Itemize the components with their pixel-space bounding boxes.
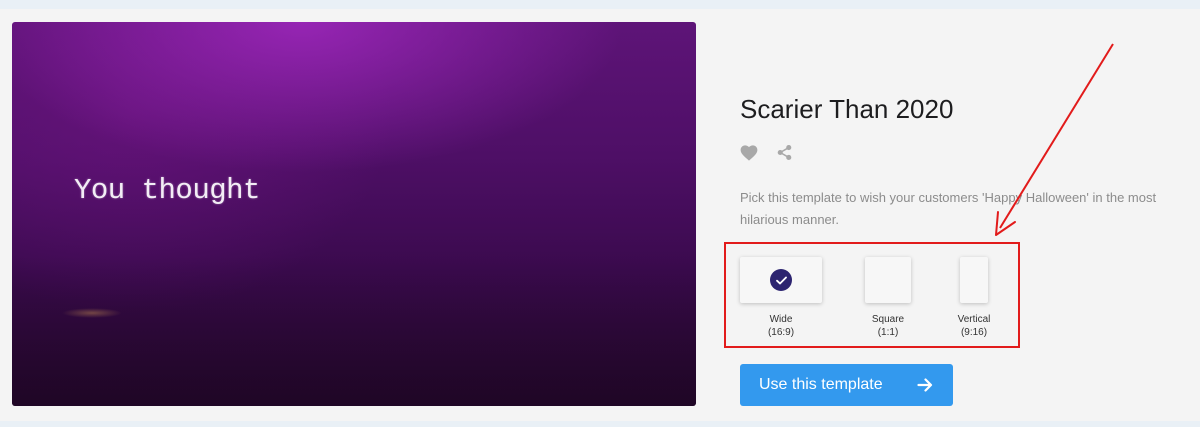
format-option-wide[interactable]: Wide (16:9) — [740, 257, 822, 339]
format-name: Vertical — [957, 314, 991, 325]
arrow-right-icon — [917, 377, 933, 398]
preview-light-glow — [62, 308, 122, 318]
format-ratio: (9:16) — [960, 327, 988, 338]
format-ratio: (16:9) — [767, 327, 795, 338]
action-icons — [740, 144, 793, 161]
format-thumb-vertical[interactable] — [960, 257, 988, 303]
template-description: Pick this template to wish your customer… — [740, 190, 1157, 227]
format-option-vertical[interactable]: Vertical (9:16) — [946, 257, 1002, 339]
template-title: Scarier Than 2020 — [740, 94, 954, 124]
heart-icon[interactable] — [740, 144, 758, 161]
format-option-square[interactable]: Square (1:1) — [862, 257, 914, 339]
format-name: Square — [871, 314, 905, 325]
format-thumb-square[interactable] — [865, 257, 911, 303]
template-preview[interactable]: You thought — [12, 22, 696, 406]
format-thumb-wide[interactable] — [740, 257, 822, 303]
use-template-label: Use this template — [759, 376, 883, 393]
share-icon[interactable] — [776, 144, 793, 161]
format-ratio: (1:1) — [877, 327, 899, 338]
use-template-button[interactable]: Use this template — [740, 364, 953, 406]
format-selector: Wide (16:9) Square (1:1) Vertical (9:16) — [724, 242, 1020, 348]
format-name: Wide — [769, 314, 793, 325]
check-icon — [770, 269, 792, 291]
preview-caption: You thought — [74, 174, 260, 207]
